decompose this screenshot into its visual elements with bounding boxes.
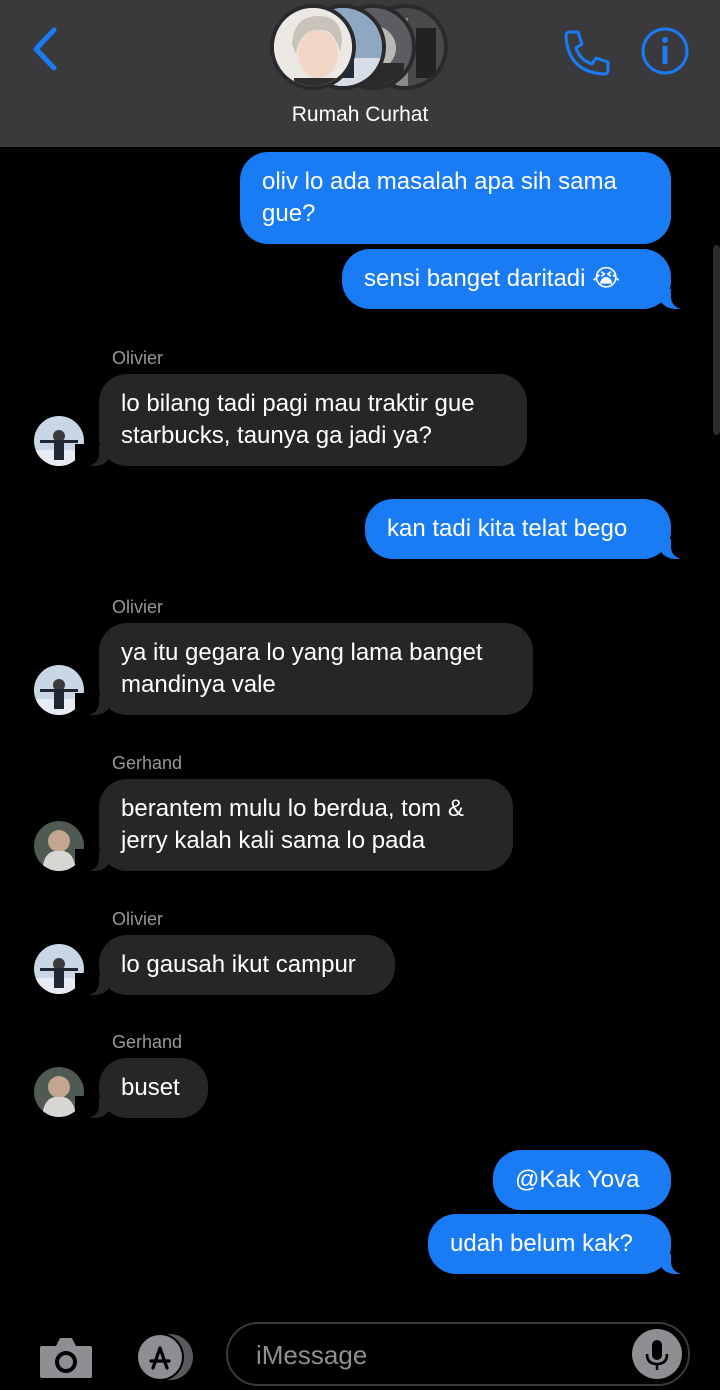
microphone-icon <box>645 1340 669 1370</box>
message-line: ya itu gegara lo yang lama banget <box>121 639 483 666</box>
message-line: sensi banget daritadi 😭 <box>364 265 621 292</box>
dictation-button[interactable] <box>632 1329 682 1379</box>
message-input[interactable] <box>256 1336 636 1374</box>
message-line: lo gausah ikut campur <box>121 951 356 978</box>
outgoing-message[interactable]: sensi banget daritadi 😭 <box>342 249 695 309</box>
sender-name: Olivier <box>112 348 164 368</box>
incoming-message[interactable]: berantem mulu lo berdua, tom & jerry kal… <box>75 779 513 871</box>
sender-name: Gerhand <box>112 1032 183 1052</box>
message-line: udah belum kak? <box>450 1230 633 1257</box>
imessage-field[interactable] <box>226 1322 690 1386</box>
group-member-avatar <box>270 4 356 90</box>
message-line: lo bilang tadi pagi mau traktir gue <box>121 390 475 417</box>
camera-icon[interactable] <box>38 1332 94 1382</box>
message-line: @Kak Yova <box>515 1166 640 1193</box>
message-line: kan tadi kita telat bego <box>387 515 628 542</box>
sender-name: Gerhand <box>112 753 183 773</box>
group-avatar-stack[interactable] <box>270 4 450 92</box>
group-name[interactable]: Rumah Curhat <box>0 103 720 127</box>
incoming-message[interactable]: lo gausah ikut campur <box>75 935 395 995</box>
message-line: berantem mulu lo berdua, tom & <box>121 795 464 822</box>
outgoing-message[interactable]: @Kak Yova <box>493 1150 671 1210</box>
chevron-left-icon[interactable] <box>26 24 66 74</box>
message-line: buset <box>121 1074 180 1101</box>
message-line: starbucks, taunya ga jadi ya? <box>121 422 432 449</box>
incoming-message[interactable]: lo bilang tadi pagi mau traktir gue star… <box>75 374 527 466</box>
message-line: oliv lo ada masalah apa sih sama <box>262 168 617 195</box>
message-line: jerry kalah kali sama lo pada <box>121 827 426 854</box>
incoming-message[interactable]: buset <box>75 1058 208 1118</box>
message-line: gue? <box>262 200 316 227</box>
sender-name: Olivier <box>112 909 164 929</box>
app-store-icon[interactable] <box>130 1332 198 1382</box>
message-line: mandinya vale <box>121 671 276 698</box>
phone-icon[interactable] <box>560 28 612 78</box>
message-composer <box>0 1310 720 1390</box>
outgoing-message[interactable]: udah belum kak? <box>428 1214 695 1274</box>
incoming-message[interactable]: ya itu gegara lo yang lama banget mandin… <box>75 623 533 715</box>
outgoing-message[interactable]: oliv lo ada masalah apa sih sama gue? <box>240 152 671 244</box>
scroll-indicator[interactable] <box>713 245 720 435</box>
conversation-header: Rumah Curhat <box>0 0 720 147</box>
outgoing-message[interactable]: kan tadi kita telat bego <box>365 499 695 559</box>
sender-name: Olivier <box>112 597 164 617</box>
info-icon[interactable] <box>640 26 690 76</box>
